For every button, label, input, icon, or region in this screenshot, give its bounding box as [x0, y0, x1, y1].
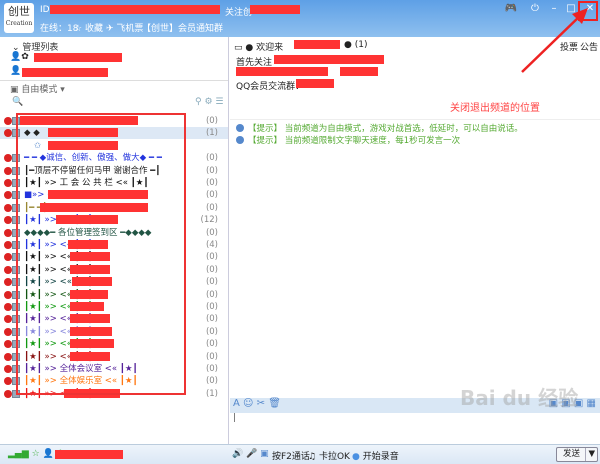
record-button[interactable]: ● 开始录音 [352, 449, 399, 462]
f2-talk[interactable]: 按F2通话 [272, 449, 310, 462]
send-button[interactable]: 发送 ▼ [556, 447, 598, 462]
status-bar: ▂▄▆ ☆ 👤 ✿ 🔊 🎤 ▣ 按F2通话 ♫ 卡拉OK ● 开始录音 发送 ▼ [0, 444, 600, 464]
send-options-button[interactable]: ▼ [585, 448, 595, 461]
annotation-arrow [521, 8, 588, 73]
speaker-mic-icon[interactable]: 🔊 🎤 ▣ [232, 449, 269, 459]
karaoke-button[interactable]: ♫ 卡拉OK [308, 449, 350, 462]
